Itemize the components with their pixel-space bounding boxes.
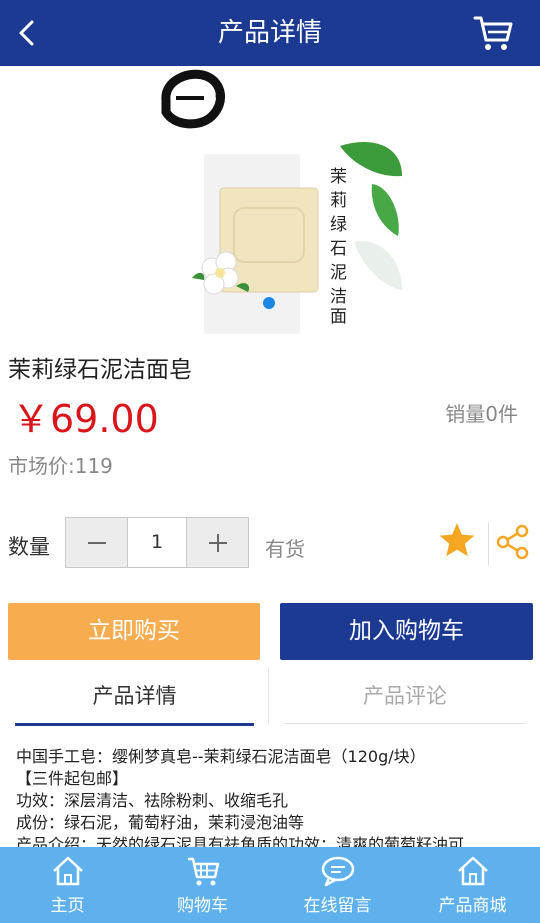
svg-text:茉: 茉 bbox=[330, 167, 347, 187]
stock-status: 有货 bbox=[265, 537, 305, 561]
nav-label-cart: 购物车 bbox=[177, 896, 228, 916]
nav-label-store: 产品商城 bbox=[438, 896, 507, 916]
nav-item-store[interactable]: 产品商城 bbox=[405, 847, 540, 923]
product-image-carousel[interactable]: 茉 莉 绿 石 泥 洁 面 bbox=[0, 66, 540, 344]
svg-text:绿: 绿 bbox=[330, 215, 347, 235]
page-title: 产品详情 bbox=[217, 18, 322, 48]
svg-text:面: 面 bbox=[330, 307, 347, 327]
chat-icon bbox=[321, 856, 354, 887]
increase-button[interactable] bbox=[187, 518, 248, 567]
carousel-dot[interactable] bbox=[263, 297, 275, 309]
quantity-stepper: 1 bbox=[65, 517, 249, 568]
description-line: 成份：绿石泥，葡萄籽油，茉莉浸泡油等 bbox=[16, 813, 305, 832]
product-name: 茉莉绿石泥洁面皂 bbox=[8, 357, 192, 383]
product-photo: 茉 莉 绿 石 泥 洁 面 bbox=[140, 66, 402, 336]
soap-illustration: 茉 莉 绿 石 泥 洁 面 bbox=[140, 66, 402, 336]
tab-divider bbox=[268, 668, 269, 724]
divider bbox=[488, 523, 489, 565]
buy-now-button[interactable]: 立即购买 bbox=[8, 603, 260, 660]
svg-text:莉: 莉 bbox=[330, 191, 347, 211]
share-icon[interactable] bbox=[496, 524, 530, 560]
svg-text:洁: 洁 bbox=[330, 287, 347, 307]
description-line: 功效：深层清洁、祛除粉刺、收缩毛孔 bbox=[16, 791, 289, 810]
market-price: 市场价:119 bbox=[8, 454, 113, 478]
nav-item-home[interactable]: 主页 bbox=[0, 847, 135, 923]
svg-text:泥: 泥 bbox=[330, 263, 347, 283]
quantity-input[interactable]: 1 bbox=[127, 518, 187, 567]
top-bar: 产品详情 bbox=[0, 0, 540, 66]
sales-count: 销量0件 bbox=[445, 402, 518, 426]
home-icon bbox=[52, 856, 83, 886]
store-icon bbox=[457, 856, 488, 886]
product-description: 中国手工皂：缨俐梦真皂--茉莉绿石泥洁面皂（120g/块） 【三件起包邮】 功效… bbox=[16, 746, 528, 856]
tab-product-reviews[interactable]: 产品评论 bbox=[285, 670, 525, 724]
svg-text:石: 石 bbox=[330, 239, 347, 259]
description-line: 中国手工皂：缨俐梦真皂--茉莉绿石泥洁面皂（120g/块） bbox=[16, 747, 426, 766]
product-price: ￥69.00 bbox=[12, 397, 159, 441]
description-line: 【三件起包邮】 bbox=[16, 769, 129, 788]
quantity-label: 数量 bbox=[8, 535, 50, 559]
nav-label-message: 在线留言 bbox=[303, 896, 372, 916]
cart-icon bbox=[187, 857, 219, 886]
image-caption: 茉 莉 绿 石 泥 洁 面 bbox=[330, 167, 347, 327]
nav-item-message[interactable]: 在线留言 bbox=[270, 847, 405, 923]
bottom-nav: 主页 购物车 在线留言 产品商城 bbox=[0, 847, 540, 923]
nav-label-home: 主页 bbox=[50, 896, 85, 916]
tab-product-details[interactable]: 产品详情 bbox=[15, 670, 254, 726]
minus-icon bbox=[87, 541, 106, 544]
add-to-cart-button[interactable]: 加入购物车 bbox=[280, 603, 533, 660]
nav-item-cart[interactable]: 购物车 bbox=[135, 847, 270, 923]
cart-icon[interactable] bbox=[472, 12, 514, 54]
favorite-star-icon[interactable] bbox=[438, 521, 476, 559]
decrease-button[interactable] bbox=[66, 518, 127, 567]
plus-icon bbox=[208, 533, 227, 552]
